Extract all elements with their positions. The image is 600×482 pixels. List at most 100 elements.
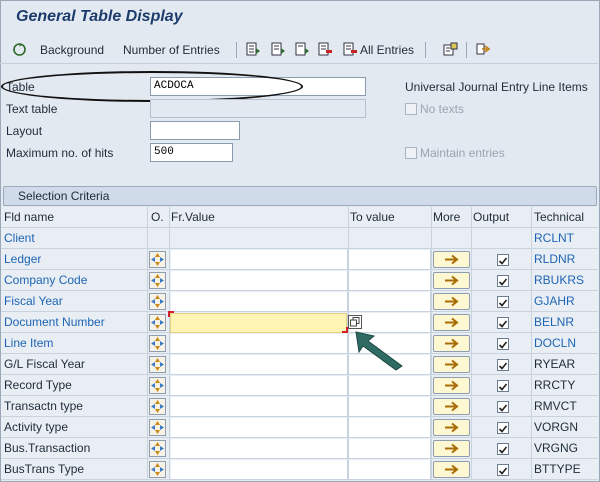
execute-icon[interactable]: [12, 42, 27, 57]
from-value-input[interactable]: [171, 292, 348, 311]
more-button[interactable]: [433, 377, 470, 394]
more-button[interactable]: [433, 272, 470, 289]
output-checkbox[interactable]: [497, 359, 509, 371]
export-icon[interactable]: [476, 42, 491, 57]
from-value-input[interactable]: [171, 439, 348, 458]
selection-options-icon[interactable]: [149, 419, 166, 436]
select-block-icon[interactable]: [271, 42, 286, 57]
output-checkbox[interactable]: [497, 443, 509, 455]
col-technical: Technical: [534, 210, 585, 224]
selection-options-icon[interactable]: [149, 440, 166, 457]
technical-name: RYEAR: [534, 357, 576, 371]
more-button[interactable]: [433, 314, 470, 331]
to-value-input[interactable]: [349, 439, 431, 458]
toolbar-separator: [425, 42, 426, 58]
table-row: Company Code RBUKRS: [1, 270, 598, 291]
to-value-input[interactable]: [349, 292, 431, 311]
to-value-input[interactable]: [349, 397, 431, 416]
more-button[interactable]: [433, 293, 470, 310]
multiple-selection-icon[interactable]: [348, 315, 362, 329]
from-value-input[interactable]: [171, 460, 348, 479]
technical-name: RLDNR: [534, 252, 576, 266]
grid-line: [169, 207, 170, 480]
field-name: BusTrans Type: [4, 462, 85, 476]
to-value-input[interactable]: [349, 376, 431, 395]
from-value-input[interactable]: [171, 376, 348, 395]
output-checkbox[interactable]: [497, 254, 509, 266]
more-button[interactable]: [433, 356, 470, 373]
field-name[interactable]: Document Number: [4, 312, 105, 333]
field-name[interactable]: Client: [4, 228, 35, 249]
grid-line: [431, 207, 432, 480]
maintain-entries-checkbox[interactable]: [405, 147, 417, 159]
technical-name: RRCTY: [534, 378, 576, 392]
from-value-input[interactable]: [171, 250, 348, 269]
more-button[interactable]: [433, 419, 470, 436]
field-name[interactable]: Company Code: [4, 270, 87, 291]
output-checkbox[interactable]: [497, 338, 509, 350]
table-input[interactable]: ACDOCA: [150, 77, 366, 96]
pointer-arrow-icon: [355, 331, 403, 371]
more-button[interactable]: [433, 398, 470, 415]
settings-icon[interactable]: [443, 42, 458, 57]
layout-input[interactable]: [150, 121, 240, 140]
table-row: Line Item DOCLN: [1, 333, 598, 354]
output-checkbox[interactable]: [497, 296, 509, 308]
more-button[interactable]: [433, 461, 470, 478]
output-checkbox[interactable]: [497, 380, 509, 392]
selection-options-icon[interactable]: [149, 461, 166, 478]
selection-options-icon[interactable]: [149, 314, 166, 331]
output-checkbox[interactable]: [497, 317, 509, 329]
field-name: Activity type: [4, 420, 69, 434]
selection-options-icon[interactable]: [149, 377, 166, 394]
to-value-input[interactable]: [349, 250, 431, 269]
to-value-input[interactable]: [349, 418, 431, 437]
more-button[interactable]: [433, 335, 470, 352]
output-checkbox[interactable]: [497, 422, 509, 434]
grid-line: [147, 207, 148, 480]
field-name[interactable]: Fiscal Year: [4, 291, 63, 312]
selection-options-icon[interactable]: [149, 398, 166, 415]
no-texts-checkbox[interactable]: [405, 103, 417, 115]
all-entries-icon[interactable]: [343, 42, 358, 57]
selection-options-icon[interactable]: [149, 335, 166, 352]
col-o: O.: [151, 210, 164, 224]
output-checkbox[interactable]: [497, 401, 509, 413]
technical-name: VRGNG: [534, 441, 579, 455]
selection-options-icon[interactable]: [149, 293, 166, 310]
from-value-input[interactable]: [171, 418, 348, 437]
more-button[interactable]: [433, 440, 470, 457]
table-row: Fiscal Year GJAHR: [1, 291, 598, 312]
toolbar: Background Number of Entries All Entries: [0, 34, 598, 64]
output-checkbox[interactable]: [497, 275, 509, 287]
table-row: Transactn type RMVCT: [1, 396, 598, 417]
to-value-input[interactable]: [349, 271, 431, 290]
number-of-entries-button[interactable]: Number of Entries: [123, 41, 220, 59]
to-value-input[interactable]: [349, 460, 431, 479]
technical-name: BELNR: [534, 315, 575, 329]
delete-row-icon[interactable]: [318, 42, 333, 57]
more-button[interactable]: [433, 251, 470, 268]
field-name: Bus.Transaction: [4, 441, 91, 455]
field-name[interactable]: Ledger: [4, 249, 41, 270]
select-all-icon[interactable]: [246, 42, 261, 57]
from-value-input[interactable]: [171, 397, 348, 416]
max-hits-label: Maximum no. of hits: [6, 146, 114, 160]
select-one-icon[interactable]: [295, 42, 310, 57]
from-value-input[interactable]: [171, 334, 348, 353]
output-checkbox[interactable]: [497, 464, 509, 476]
from-value-input[interactable]: [171, 271, 348, 290]
selection-options-icon[interactable]: [149, 272, 166, 289]
max-hits-input[interactable]: 500: [150, 143, 233, 162]
document-number-from-input[interactable]: [170, 313, 347, 333]
selection-options-icon[interactable]: [149, 251, 166, 268]
field-name[interactable]: Line Item: [4, 333, 53, 354]
all-entries-button[interactable]: All Entries: [360, 41, 414, 59]
field-name: G/L Fiscal Year: [4, 357, 85, 371]
technical-name: BTTYPE: [534, 462, 581, 476]
from-value-input[interactable]: [171, 355, 348, 374]
technical-name: RMVCT: [534, 399, 577, 413]
background-button[interactable]: Background: [40, 41, 104, 59]
selection-options-icon[interactable]: [149, 356, 166, 373]
grid-line: [471, 207, 472, 480]
